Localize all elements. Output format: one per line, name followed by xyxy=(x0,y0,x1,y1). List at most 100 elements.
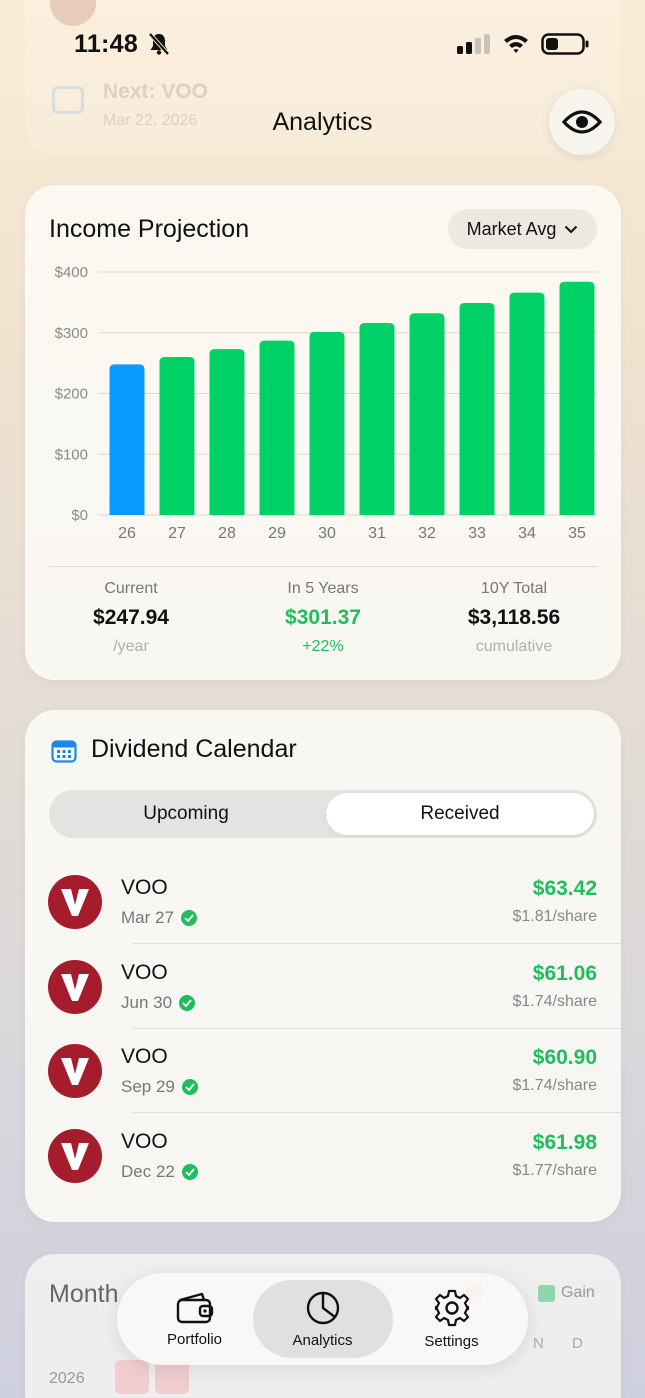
vanguard-logo-icon xyxy=(48,960,102,1014)
bar xyxy=(559,281,595,515)
month-cell xyxy=(155,1360,189,1394)
bar xyxy=(309,331,345,515)
row-per-share: $1.74/share xyxy=(512,1077,597,1094)
background-next-label: Next: VOO xyxy=(103,80,209,103)
bar xyxy=(509,292,545,515)
x-tick-label: 28 xyxy=(218,525,236,542)
x-tick-label: 33 xyxy=(468,525,486,542)
row-amount: $60.90 xyxy=(532,1046,597,1069)
chevron-down-icon xyxy=(565,225,578,233)
gain-legend-label: Gain xyxy=(561,1284,595,1301)
dividend-row[interactable]: VOO Mar 27 $63.42 $1.81/share xyxy=(48,875,621,959)
bar xyxy=(109,364,145,515)
wifi-icon xyxy=(504,35,528,53)
x-tick-label: 27 xyxy=(168,525,186,542)
stat-current-label: Current xyxy=(104,580,158,597)
stats-divider xyxy=(49,566,598,567)
received-check-icon xyxy=(179,995,196,1011)
income-projection-chart: $0 $100 $200 $300 $400 26 27 28 29 30 31 32 33 34 35 xyxy=(55,264,598,542)
tab-upcoming[interactable]: Upcoming xyxy=(49,790,323,838)
row-date: Jun 30 xyxy=(121,993,196,1013)
status-time: 11:48 xyxy=(74,30,139,58)
silent-bell-icon xyxy=(148,32,170,56)
stat-10y-total: 10Y Total $3,118.56 cumulative xyxy=(424,580,604,656)
vanguard-logo-icon xyxy=(48,875,102,929)
stat-5-years-change: +22% xyxy=(302,638,344,655)
privacy-toggle-button[interactable] xyxy=(549,89,615,155)
tab-portfolio[interactable]: Portfolio xyxy=(126,1273,263,1365)
stat-5-years-label: In 5 Years xyxy=(287,580,359,597)
tab-bar: Portfolio Analytics Settings xyxy=(117,1273,528,1365)
x-tick-label: 26 xyxy=(118,525,136,542)
y-tick-label: $400 xyxy=(55,264,88,281)
month-header-n: N xyxy=(533,1335,544,1352)
x-tick-label: 35 xyxy=(568,525,586,542)
row-date-text: Jun 30 xyxy=(121,993,173,1012)
y-tick-label: $300 xyxy=(55,325,88,342)
row-date: Mar 27 xyxy=(121,908,197,928)
calendar-icon xyxy=(51,740,77,763)
income-projection-title: Income Projection xyxy=(49,215,250,243)
row-per-share: $1.81/share xyxy=(512,908,597,925)
bar xyxy=(409,313,445,515)
row-divider xyxy=(133,943,621,944)
row-per-share: $1.74/share xyxy=(512,993,597,1010)
tab-portfolio-label: Portfolio xyxy=(166,1330,223,1348)
projection-mode-label: Market Avg xyxy=(466,218,557,239)
x-tick-label: 32 xyxy=(418,525,436,542)
dividend-row[interactable]: VOO Jun 30 $61.06 $1.74/share xyxy=(48,960,621,1044)
tab-analytics[interactable]: Analytics xyxy=(254,1273,391,1365)
cellular-signal-icon xyxy=(457,34,490,54)
monthly-title: Month xyxy=(49,1280,119,1308)
row-divider xyxy=(133,1112,621,1113)
gear-icon xyxy=(434,1289,469,1326)
row-divider xyxy=(133,1028,621,1029)
bar xyxy=(209,349,245,515)
battery-icon xyxy=(541,33,589,55)
row-date: Sep 29 xyxy=(121,1077,198,1097)
vanguard-logo-icon xyxy=(48,1129,102,1183)
bar xyxy=(159,357,195,515)
dividend-calendar-title: Dividend Calendar xyxy=(91,735,297,763)
row-date-text: Sep 29 xyxy=(121,1077,175,1096)
tab-settings[interactable]: Settings xyxy=(383,1273,520,1365)
row-amount: $61.98 xyxy=(532,1131,597,1154)
bar xyxy=(459,302,495,515)
projection-mode-dropdown[interactable]: Market Avg xyxy=(448,209,597,249)
y-tick-label: $200 xyxy=(55,386,88,403)
x-tick-label: 30 xyxy=(318,525,336,542)
row-amount: $63.42 xyxy=(532,877,597,900)
month-header-d: D xyxy=(572,1335,583,1352)
stat-current-sub: /year xyxy=(113,638,149,655)
tab-settings-label: Settings xyxy=(424,1332,479,1350)
gain-legend-swatch xyxy=(538,1285,555,1302)
stat-5-years-value: $301.37 xyxy=(285,606,361,629)
eye-icon xyxy=(562,110,602,134)
stat-current-value: $247.94 xyxy=(93,606,169,629)
y-tick-label: $0 xyxy=(71,507,88,524)
dividend-row[interactable]: VOO Dec 22 $61.98 $1.77/share xyxy=(48,1129,621,1213)
dividend-row[interactable]: VOO Sep 29 $60.90 $1.74/share xyxy=(48,1044,621,1128)
received-check-icon xyxy=(181,1079,198,1095)
row-date-text: Dec 22 xyxy=(121,1162,175,1181)
x-tick-label: 29 xyxy=(268,525,286,542)
stat-5-years: In 5 Years $301.37 +22% xyxy=(233,580,413,656)
vanguard-logo-icon xyxy=(48,1044,102,1098)
tab-received[interactable]: Received xyxy=(326,793,594,835)
row-date-text: Mar 27 xyxy=(121,908,174,927)
stat-10y-total-sub: cumulative xyxy=(475,638,553,655)
row-ticker: VOO xyxy=(121,961,168,984)
year-label: 2026 xyxy=(49,1370,85,1387)
stat-10y-total-value: $3,118.56 xyxy=(467,606,561,629)
x-tick-label: 31 xyxy=(368,525,386,542)
row-per-share: $1.77/share xyxy=(512,1162,597,1179)
pie-chart-icon xyxy=(306,1291,339,1324)
wallet-icon xyxy=(176,1292,213,1323)
x-tick-label: 34 xyxy=(518,525,536,542)
bar xyxy=(259,340,295,515)
received-check-icon xyxy=(180,910,197,926)
row-date: Dec 22 xyxy=(121,1162,198,1182)
received-check-icon xyxy=(181,1164,198,1180)
y-tick-label: $100 xyxy=(55,446,88,463)
stat-10y-total-label: 10Y Total xyxy=(480,580,548,597)
